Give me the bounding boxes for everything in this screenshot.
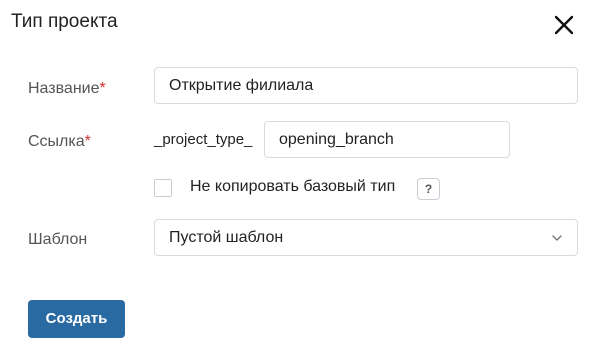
required-mark: * [84,133,91,150]
dialog-title: Тип проекта [11,11,118,32]
chevron-down-icon [551,232,563,244]
name-label: Название [28,80,100,97]
link-label-wrap: Ссылка* [28,133,91,151]
no-copy-base-type-label: Не копировать базовый тип [190,178,396,195]
name-label-wrap: Название* [28,80,106,98]
close-button[interactable] [552,13,576,37]
template-select[interactable]: Пустой шаблон [154,219,578,256]
create-button[interactable]: Создать [28,300,125,338]
template-label: Шаблон [28,231,88,248]
link-input[interactable]: opening_branch [264,121,510,158]
project-type-dialog: Тип проекта Название* Открытие филиала С… [0,0,598,344]
name-input[interactable]: Открытие филиала [154,67,578,104]
required-mark: * [99,80,106,97]
help-icon[interactable]: ? [417,178,440,200]
close-icon [554,15,574,35]
template-selected-value: Пустой шаблон [169,229,284,246]
link-prefix: _project_type_ [154,131,253,148]
link-label: Ссылка [28,133,85,150]
no-copy-base-type-checkbox[interactable] [154,179,172,197]
